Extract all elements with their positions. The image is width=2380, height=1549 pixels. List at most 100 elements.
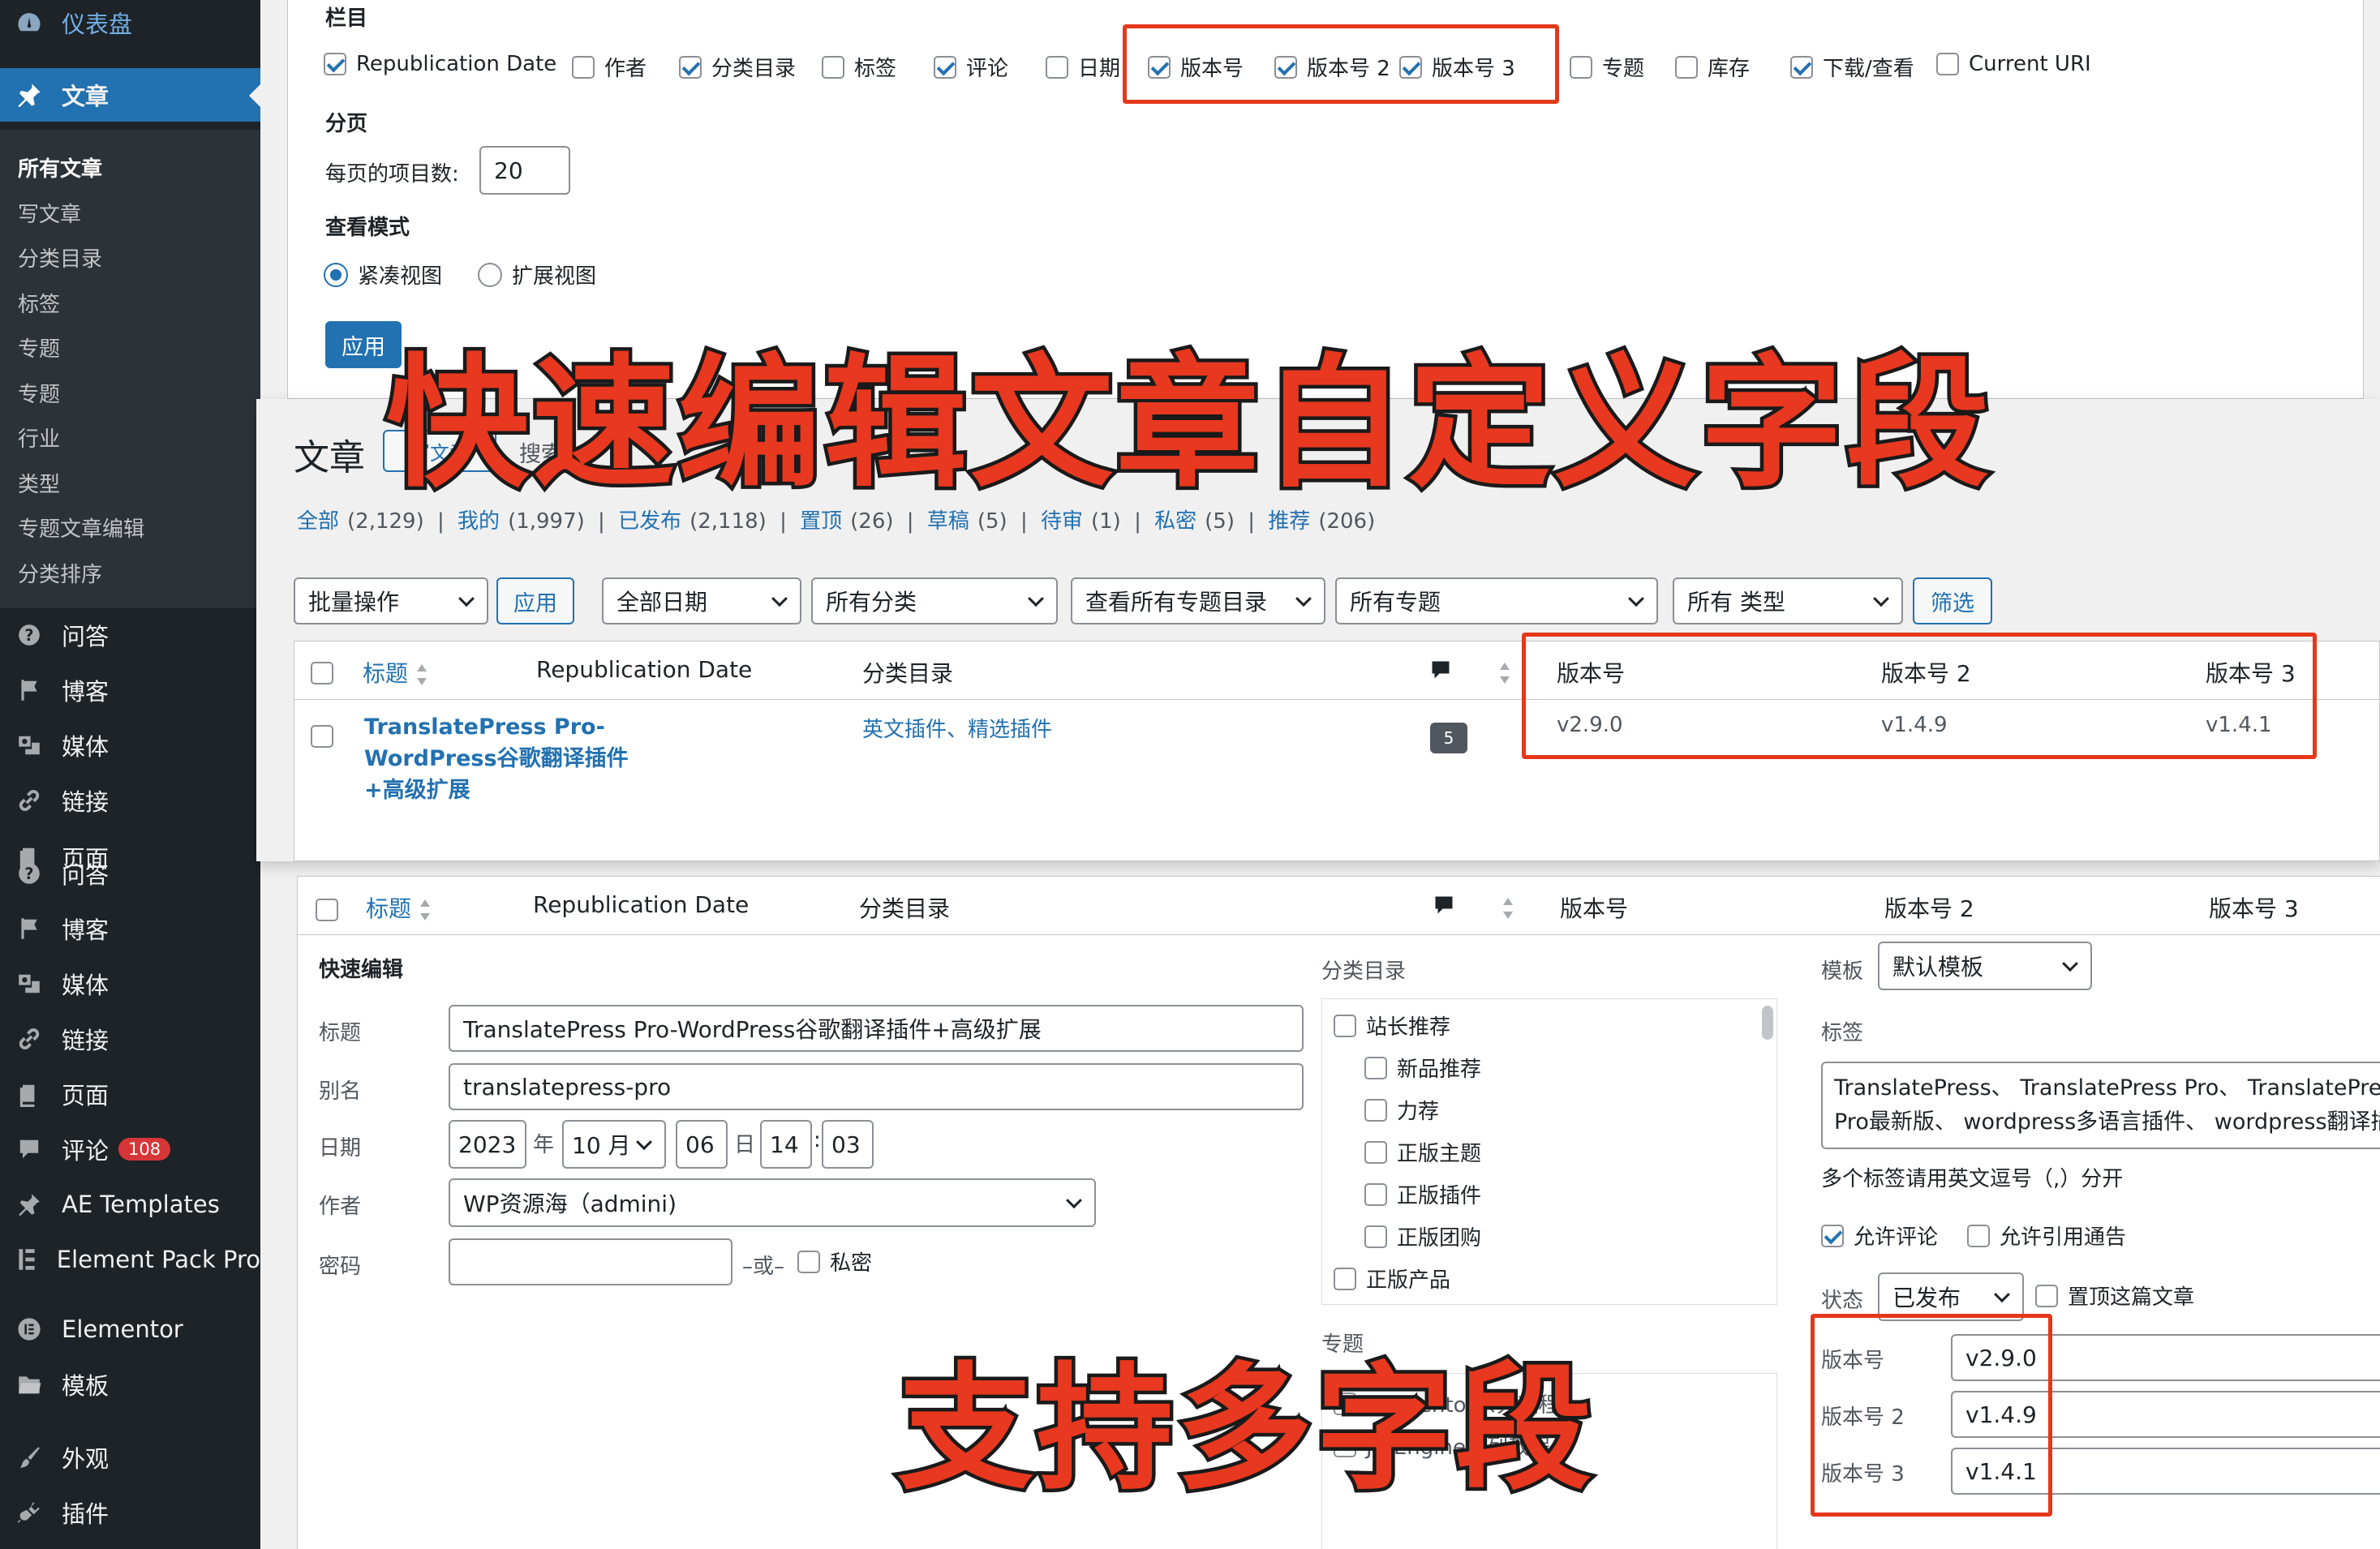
checkbox-checked[interactable] xyxy=(934,55,956,79)
category-option[interactable]: 正版团购 xyxy=(1364,1221,1481,1251)
category-option[interactable]: 正版插件 xyxy=(1364,1179,1481,1209)
sidebar-item-folder[interactable]: 模板 xyxy=(0,1364,260,1405)
sidebar-item-question[interactable]: ? 问答 xyxy=(0,853,260,894)
radio-unchecked[interactable] xyxy=(478,262,502,287)
sidebar-item-flag[interactable]: 博客 xyxy=(0,908,260,949)
sidebar-subitem[interactable]: 分类目录 xyxy=(18,242,102,272)
category-checkbox[interactable] xyxy=(1364,1182,1387,1206)
row-checkbox[interactable] xyxy=(311,724,333,748)
sidebar-item-page[interactable]: 页面 xyxy=(0,1074,260,1114)
category-checkbox[interactable] xyxy=(1334,1267,1356,1290)
author-select[interactable]: WP资源海（admini) xyxy=(449,1178,1096,1227)
checkbox-unchecked[interactable] xyxy=(1675,55,1698,79)
column-toggle[interactable]: 标签 xyxy=(822,52,896,82)
select-all-checkbox[interactable] xyxy=(311,661,333,684)
filter-button[interactable]: 筛选 xyxy=(1913,577,1992,624)
sidebar-item-pushpin[interactable]: AE Templates xyxy=(0,1184,260,1225)
checkbox-checked[interactable] xyxy=(679,55,702,79)
allow-pings-option[interactable]: 允许引用通告 xyxy=(1967,1221,2126,1251)
category-option[interactable]: 正版主题 xyxy=(1364,1137,1481,1167)
checkbox-unchecked[interactable] xyxy=(1570,55,1592,79)
column-toggle[interactable]: Current URI xyxy=(1936,52,2091,76)
sidebar-item-media[interactable]: 媒体 xyxy=(0,725,260,766)
tags-textarea[interactable]: TranslatePress、 TranslatePress Pro、 Tran… xyxy=(1821,1062,2380,1149)
category-option[interactable]: 新品推荐 xyxy=(1364,1053,1481,1083)
bulk-action-select[interactable]: 批量操作 xyxy=(294,577,488,624)
sidebar-item-link[interactable]: 链接 xyxy=(0,780,260,821)
category-option[interactable]: 力荐 xyxy=(1364,1095,1439,1125)
category-option[interactable]: 站长推荐 xyxy=(1334,1010,1450,1041)
month-select[interactable]: 10 月 xyxy=(562,1120,666,1169)
sidebar-subitem[interactable]: 专题 xyxy=(18,378,60,408)
sidebar-subitem[interactable]: 行业 xyxy=(18,423,60,453)
category-checkbox[interactable] xyxy=(1364,1140,1387,1164)
private-checkbox[interactable] xyxy=(797,1250,820,1273)
date-filter-select[interactable]: 全部日期 xyxy=(602,577,801,624)
checkbox-checked[interactable] xyxy=(324,53,346,75)
view-link[interactable]: 推荐 xyxy=(1268,509,1310,534)
checkbox-unchecked[interactable] xyxy=(572,55,595,79)
checkbox-unchecked[interactable] xyxy=(822,55,844,79)
day-input[interactable]: 06 xyxy=(676,1120,728,1169)
sidebar-item-link[interactable]: 链接 xyxy=(0,1019,260,1059)
view-link[interactable]: 已发布 xyxy=(618,509,681,534)
type-filter-select[interactable]: 所有 类型 xyxy=(1673,577,1903,624)
column-toggle[interactable]: 作者 xyxy=(572,52,647,82)
view-link[interactable]: 置顶 xyxy=(800,509,842,534)
category-checkbox[interactable] xyxy=(1364,1056,1387,1079)
comment-count-bubble[interactable]: 5 xyxy=(1430,723,1467,753)
sidebar-subitem[interactable]: 分类排序 xyxy=(18,558,102,588)
sidebar-subitem[interactable]: 专题 xyxy=(18,333,60,363)
sidebar-item-elementor[interactable]: Elementor xyxy=(0,1309,260,1349)
column-title[interactable]: 标题 xyxy=(366,891,431,924)
select-all-checkbox[interactable] xyxy=(316,898,338,921)
column-toggle[interactable]: 库存 xyxy=(1675,52,1750,82)
column-toggle[interactable]: 下载/查看 xyxy=(1790,52,1914,82)
radio-checked[interactable] xyxy=(324,262,348,287)
year-input[interactable]: 2023 xyxy=(449,1120,526,1169)
sticky-checkbox[interactable] xyxy=(2035,1284,2058,1307)
checkbox-unchecked[interactable] xyxy=(1936,53,1959,75)
view-link[interactable]: 草稿 xyxy=(927,509,969,534)
private-option[interactable]: 私密 xyxy=(797,1246,872,1277)
view-link[interactable]: 待审 xyxy=(1041,509,1083,534)
title-input[interactable]: TranslatePress Pro-WordPress谷歌翻译插件+高级扩展 xyxy=(449,1005,1304,1052)
sticky-option[interactable]: 置顶这篇文章 xyxy=(2035,1281,2194,1311)
template-select[interactable]: 默认模板 xyxy=(1878,942,2092,990)
column-toggle[interactable]: 评论 xyxy=(934,52,1008,82)
hour-input[interactable]: 14 xyxy=(760,1120,812,1169)
sidebar-subitem[interactable]: 写文章 xyxy=(18,198,81,228)
view-link[interactable]: 我的 xyxy=(458,509,500,534)
sidebar-item-posts[interactable]: 文章 xyxy=(0,68,260,122)
sidebar-item-dashboard[interactable]: 仪表盘 xyxy=(0,5,260,41)
column-toggle[interactable]: 日期 xyxy=(1046,52,1120,82)
view-mode-compact[interactable]: 紧凑视图 xyxy=(324,260,442,290)
allow-pings-checkbox[interactable] xyxy=(1967,1224,1990,1247)
column-toggle[interactable]: 专题 xyxy=(1570,52,1644,82)
per-page-input[interactable]: 20 xyxy=(479,146,570,195)
column-title[interactable]: 标题 xyxy=(363,656,427,689)
sidebar-item-plugin[interactable]: 插件 xyxy=(0,1492,260,1533)
category-filter-select[interactable]: 所有分类 xyxy=(811,577,1058,624)
view-mode-extended[interactable]: 扩展视图 xyxy=(478,260,596,290)
scrollbar[interactable] xyxy=(1762,1006,1773,1040)
category-checkbox[interactable] xyxy=(1364,1225,1387,1248)
allow-comments-option[interactable]: 允许评论 xyxy=(1821,1221,1938,1251)
checkbox-unchecked[interactable] xyxy=(1046,55,1068,79)
sidebar-subitem[interactable]: 类型 xyxy=(18,468,60,498)
sidebar-subitem[interactable]: 所有文章 xyxy=(18,152,102,182)
minute-input[interactable]: 03 xyxy=(822,1120,874,1169)
post-categories-link[interactable]: 英文插件、精选插件 xyxy=(862,713,1052,743)
bulk-apply-button[interactable]: 应用 xyxy=(496,577,574,624)
view-link[interactable]: 全部 xyxy=(297,509,339,534)
checkbox-checked[interactable] xyxy=(1790,55,1813,79)
category-option[interactable]: 正版产品 xyxy=(1334,1264,1450,1294)
topic-filter-select[interactable]: 所有专题 xyxy=(1335,577,1658,624)
sidebar-item-question[interactable]: ? 问答 xyxy=(0,615,260,655)
sidebar-item-element-pack[interactable]: Element Pack Pro xyxy=(0,1239,260,1280)
password-input[interactable] xyxy=(449,1238,732,1285)
slug-input[interactable]: translatepress-pro xyxy=(449,1063,1304,1110)
category-checkbox[interactable] xyxy=(1364,1098,1387,1122)
column-toggle[interactable]: 分类目录 xyxy=(679,52,796,82)
sidebar-item-media[interactable]: 媒体 xyxy=(0,963,260,1004)
